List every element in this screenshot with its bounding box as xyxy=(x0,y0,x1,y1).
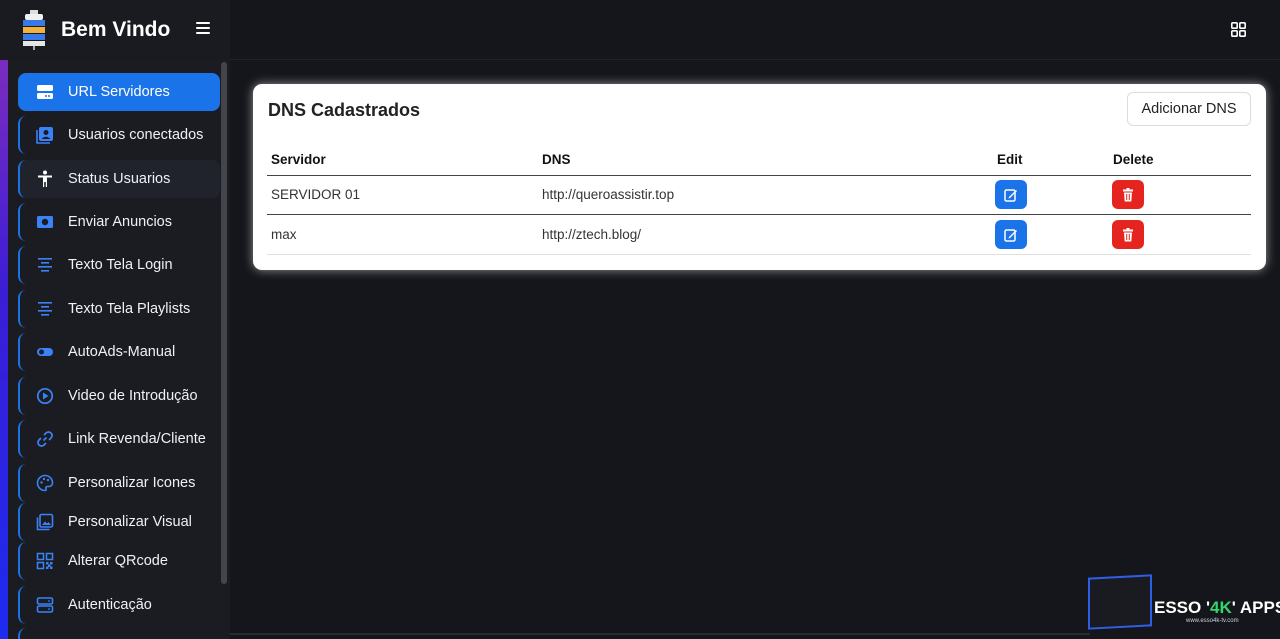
sidebar-item-autenticacao[interactable]: Autenticação xyxy=(18,586,220,624)
footer-divider xyxy=(230,633,1090,635)
sidebar-item-usuarios-conectados[interactable]: Usuarios conectados xyxy=(18,116,220,154)
server-icon xyxy=(37,85,53,99)
watermark-url: www.esso4k-tv.com xyxy=(1186,618,1239,624)
sidebar-item-label: Alterar QRcode xyxy=(68,553,168,569)
sidebar-item-texto-tela-playlists[interactable]: Texto Tela Playlists xyxy=(18,290,220,328)
edit-button[interactable] xyxy=(995,220,1027,249)
cell-servidor: max xyxy=(271,227,297,242)
sidebar-item-alterar-qrcode[interactable]: Alterar QRcode xyxy=(18,542,220,580)
sidebar-item-label: Personalizar Icones xyxy=(68,475,196,491)
column-header-dns: DNS xyxy=(542,152,571,167)
sidebar-item-partial[interactable] xyxy=(18,628,220,639)
page-title: Bem Vindo xyxy=(61,18,171,41)
palette-icon xyxy=(36,474,54,492)
image-icon xyxy=(36,513,54,531)
sidebar-item-video-de-introducao[interactable]: Video de Introdução xyxy=(18,377,220,415)
contacts-icon xyxy=(36,127,53,144)
sidebar-item-label: Video de Introdução xyxy=(68,388,198,404)
menu-toggle-icon[interactable] xyxy=(196,22,210,36)
column-header-servidor: Servidor xyxy=(271,152,326,167)
sidebar-item-label: Usuarios conectados xyxy=(68,127,204,143)
sidebar-item-status-usuarios[interactable]: Status Usuarios xyxy=(18,160,220,198)
row-divider xyxy=(267,214,1251,215)
sidebar-item-personalizar-visual[interactable]: Personalizar Visual xyxy=(18,503,220,541)
sidebar-item-link-revenda-cliente[interactable]: Link Revenda/Cliente xyxy=(18,420,220,458)
delete-button[interactable] xyxy=(1112,180,1144,209)
cell-servidor: SERVIDOR 01 xyxy=(271,187,361,202)
cell-dns: http://ztech.blog/ xyxy=(542,227,642,242)
edit-icon xyxy=(1004,188,1017,202)
apps-grid-icon[interactable] xyxy=(1231,22,1246,37)
toggle-icon xyxy=(37,348,53,356)
brand-watermark: ESSO '4K' APPS www.esso4k-tv.com xyxy=(1086,574,1280,639)
column-header-edit: Edit xyxy=(997,152,1023,167)
delete-button[interactable] xyxy=(1112,220,1144,249)
text-icon xyxy=(38,258,52,272)
qrcode-icon xyxy=(36,552,54,570)
sidebar-item-personalizar-icones[interactable]: Personalizar Icones xyxy=(18,464,220,502)
header-divider xyxy=(230,59,1280,60)
money-icon xyxy=(37,216,53,228)
person-icon xyxy=(38,170,52,187)
table-header-divider xyxy=(267,175,1251,176)
trash-icon xyxy=(1123,227,1133,241)
sidebar-item-label: Autenticação xyxy=(68,597,152,613)
card-title: DNS Cadastrados xyxy=(268,100,421,120)
column-header-delete: Delete xyxy=(1113,152,1154,167)
sidebar: URL Servidores Usuarios conectados Statu… xyxy=(0,60,230,639)
link-icon xyxy=(37,431,53,447)
dns-card: DNS Cadastrados Adicionar DNS Servidor D… xyxy=(253,84,1266,270)
storage-icon xyxy=(36,597,54,613)
sidebar-item-label: Texto Tela Playlists xyxy=(68,301,191,317)
server-logo-icon xyxy=(23,10,45,50)
sidebar-item-enviar-anuncios[interactable]: Enviar Anuncios xyxy=(18,203,220,241)
sidebar-item-label: Personalizar Visual xyxy=(68,514,192,530)
sidebar-item-label: Enviar Anuncios xyxy=(68,214,172,230)
sidebar-item-label: Texto Tela Login xyxy=(68,257,173,273)
sidebar-item-texto-tela-login[interactable]: Texto Tela Login xyxy=(18,246,220,284)
monitor-graphic xyxy=(1088,574,1152,630)
sidebar-item-label: Status Usuarios xyxy=(68,171,171,187)
sidebar-item-label: Link Revenda/Cliente xyxy=(68,431,206,447)
trash-icon xyxy=(1123,187,1133,201)
text-icon xyxy=(38,302,52,316)
sidebar-item-autoads-manual[interactable]: AutoAds-Manual xyxy=(18,333,220,371)
brand-area: Bem Vindo xyxy=(0,0,230,60)
top-bar: Bem Vindo xyxy=(0,0,1280,60)
watermark-brand: ESSO '4K' APPS xyxy=(1154,598,1280,617)
edit-button[interactable] xyxy=(995,180,1027,209)
row-divider xyxy=(267,254,1251,255)
sidebar-item-url-servidores[interactable]: URL Servidores xyxy=(18,73,220,111)
cell-dns: http://queroassistir.top xyxy=(542,187,675,202)
sidebar-accent-edge xyxy=(0,60,8,639)
add-dns-button[interactable]: Adicionar DNS xyxy=(1127,92,1251,126)
play-icon xyxy=(36,387,54,405)
sidebar-scrollbar[interactable] xyxy=(221,62,227,584)
sidebar-item-label: URL Servidores xyxy=(68,84,170,100)
edit-icon xyxy=(1004,228,1017,242)
sidebar-item-label: AutoAds-Manual xyxy=(68,344,176,360)
